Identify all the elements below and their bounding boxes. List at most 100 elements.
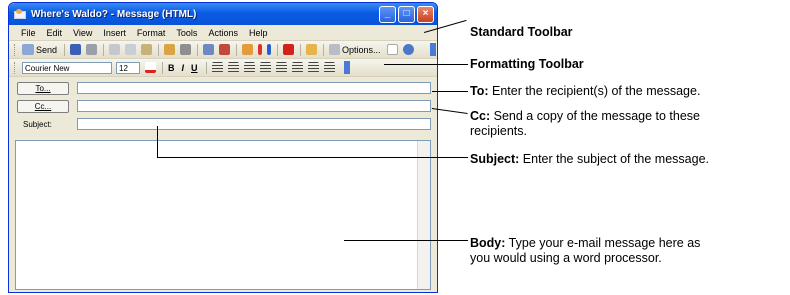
decrease-indent-icon[interactable] [291,62,303,73]
menu-insert[interactable]: Insert [103,28,126,38]
toolbar-separator [236,43,238,56]
menu-edit[interactable]: Edit [47,28,63,38]
formatting-toolbar: Courier New 12 B I U [9,59,437,77]
align-right-icon[interactable] [243,62,255,73]
address-fields: To... Cc... Subject: [9,77,437,132]
toolbar-separator [197,43,199,56]
body-scrollbar[interactable] [417,141,430,289]
callout-subject-title: Subject: [470,152,520,166]
callout-formatting-toolbar: Formatting Toolbar [470,57,584,72]
print-icon[interactable] [86,44,98,55]
center-icon[interactable] [227,62,239,73]
signature-icon[interactable] [242,44,254,55]
subject-label: Subject: [23,119,52,129]
callout-standard-toolbar: Standard Toolbar [470,25,573,40]
toolbar-grip[interactable] [14,43,18,56]
menu-file[interactable]: File [21,28,36,38]
toolbar-separator [64,43,66,56]
to-field[interactable] [77,82,431,94]
save-icon[interactable] [70,44,82,55]
insert-file-icon[interactable] [180,44,192,55]
toolbar-separator [205,61,207,74]
toolbar-separator [103,43,105,56]
address-book-icon[interactable] [203,44,215,55]
cut-icon[interactable] [109,44,121,55]
menu-bar: File Edit View Insert Format Tools Actio… [9,25,437,41]
message-body[interactable] [15,140,431,290]
copy-icon[interactable] [125,44,137,55]
options-icon[interactable] [329,44,341,55]
callout-standard-title: Standard Toolbar [470,25,573,39]
menu-view[interactable]: View [73,28,92,38]
callout-cc-title: Cc: [470,109,491,123]
flag-icon[interactable] [283,44,295,55]
callout-body-title: Body: [470,236,506,250]
menu-tools[interactable]: Tools [176,28,197,38]
toolbar-separator [277,43,279,56]
check-names-icon[interactable] [219,44,231,55]
to-row: To... [17,80,437,96]
font-select[interactable]: Courier New [22,61,112,74]
font-color-icon[interactable] [145,62,156,73]
callout-cc-text-2: recipients. [470,124,527,138]
maximize-button[interactable]: □ [398,5,415,23]
standard-toolbar: Send Options... [9,41,437,59]
callout-cc-text-1: Send a copy of the message to these [490,109,701,123]
menu-format[interactable]: Format [137,28,166,38]
high-importance-icon[interactable] [258,44,263,55]
italic-button[interactable]: I [182,63,185,73]
envelope-icon[interactable] [306,44,318,55]
toolbar-separator [300,43,302,56]
help-icon[interactable] [402,44,414,55]
callout-to-title: To: [470,84,489,98]
message-window: Where's Waldo? - Message (HTML) _ □ × Fi… [8,2,438,293]
low-importance-icon[interactable] [267,44,272,55]
callout-line-body [344,240,468,241]
to-button[interactable]: To... [17,81,69,95]
callout-formatting-title: Formatting Toolbar [470,57,584,71]
callout-line-subject-h [157,157,468,158]
callout-body-text-1: Type your e-mail message here as [505,236,701,250]
align-left-icon[interactable] [211,62,223,73]
message-icon [14,8,27,20]
paste-icon[interactable] [141,44,153,55]
send-icon[interactable] [22,44,34,55]
window-title: Where's Waldo? - Message (HTML) [31,8,197,20]
toolbar-options-chevron-icon[interactable] [343,61,350,74]
numbering-icon[interactable] [275,62,287,73]
callout-to: To: Enter the recipient(s) of the messag… [470,84,700,99]
callout-line-to [432,91,468,92]
toolbar-options-chevron-icon[interactable] [430,43,436,56]
bullets-icon[interactable] [259,62,271,73]
menu-help[interactable]: Help [249,28,268,38]
title-bar: Where's Waldo? - Message (HTML) _ □ × [9,3,437,25]
horizontal-line-icon[interactable] [323,62,335,73]
toolbar-separator [158,43,160,56]
cc-field[interactable] [77,100,431,112]
font-size-select[interactable]: 12 [116,61,140,74]
bold-button[interactable]: B [168,63,175,73]
menu-actions[interactable]: Actions [208,28,238,38]
font-size-icon[interactable] [386,44,398,55]
attach-icon[interactable] [164,44,176,55]
subject-row: Subject: [17,116,437,132]
callout-body: Body: Type your e-mail message here as y… [470,236,700,266]
toolbar-grip[interactable] [14,61,18,74]
minimize-button[interactable]: _ [379,5,396,23]
callout-cc: Cc: Send a copy of the message to these … [470,109,700,139]
underline-button[interactable]: U [191,63,198,73]
cc-row: Cc... [17,98,437,114]
callout-subject-text: Enter the subject of the message. [519,152,710,166]
callout-line-formatting [384,64,468,65]
callout-line-subject-v [157,126,158,158]
increase-indent-icon[interactable] [307,62,319,73]
callout-to-text: Enter the recipient(s) of the message. [488,84,701,98]
options-button[interactable]: Options... [342,45,381,55]
callout-body-text-2: you would using a word processor. [470,251,662,265]
cc-button[interactable]: Cc... [17,99,69,113]
callout-subject: Subject: Enter the subject of the messag… [470,152,709,167]
toolbar-separator [323,43,325,56]
close-button[interactable]: × [417,5,434,23]
subject-field[interactable] [77,118,431,130]
send-button[interactable]: Send [36,45,57,55]
